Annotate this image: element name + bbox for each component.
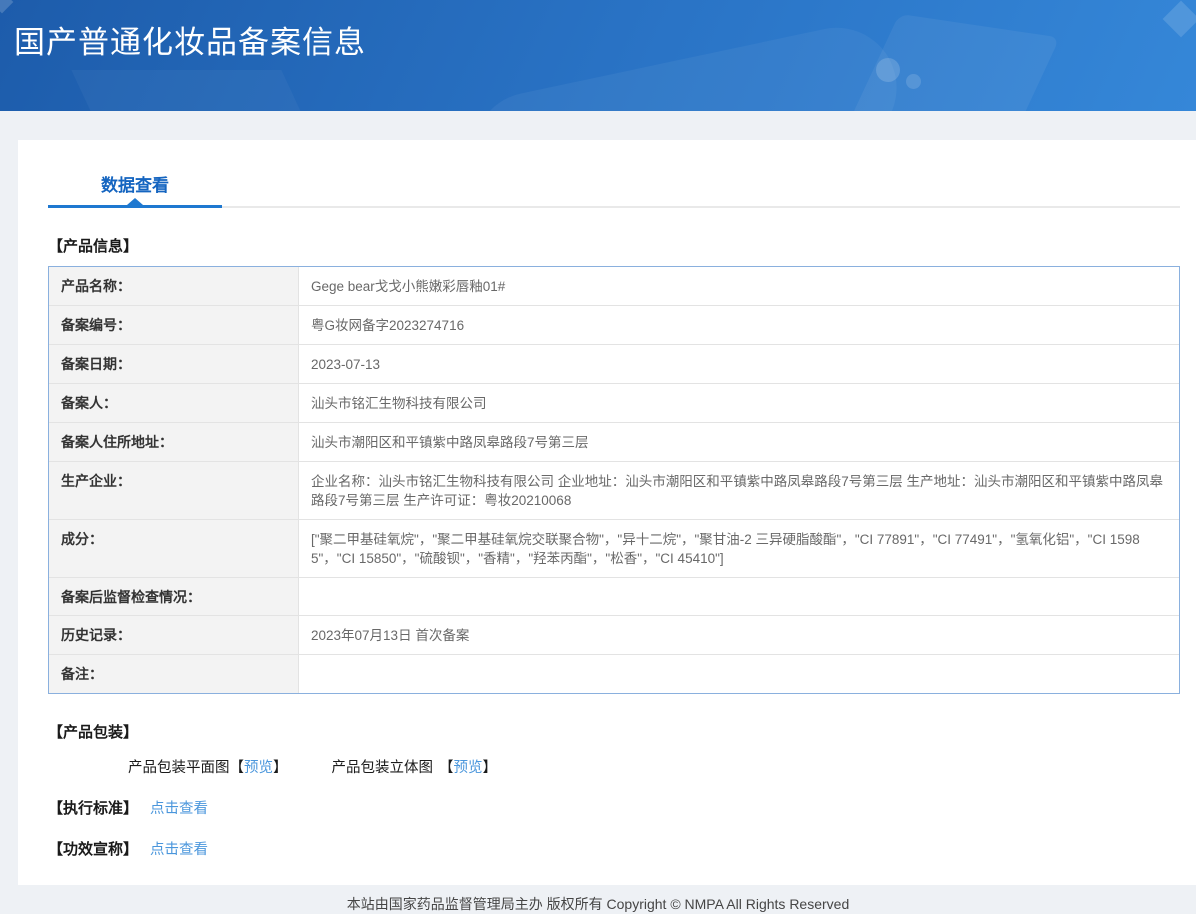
table-row: 生产企业： 企业名称：汕头市铭汇生物科技有限公司 企业地址：汕头市潮阳区和平镇紫…: [49, 462, 1179, 520]
packaging-links-row: 产品包装平面图【预览】 产品包装立体图 【预览】: [128, 756, 1180, 777]
banner-decoration-circle: [876, 58, 900, 82]
table-row: 备案人： 汕头市铭汇生物科技有限公司: [49, 384, 1179, 423]
efficacy-row: 【功效宣称】 点击查看: [48, 838, 1180, 859]
row-label: 备案日期：: [49, 345, 299, 383]
table-row: 备案人住所地址： 汕头市潮阳区和平镇紫中路凤皋路段7号第三层: [49, 423, 1179, 462]
row-label: 备案编号：: [49, 306, 299, 344]
row-label: 历史记录：: [49, 616, 299, 654]
section-title-standards: 【执行标准】: [48, 800, 139, 817]
page-header-banner: 国产普通化妆品备案信息: [0, 0, 1196, 111]
standards-row: 【执行标准】 点击查看: [48, 797, 1180, 818]
banner-decoration-diamond: [1162, 0, 1196, 38]
standards-view-link[interactable]: 点击查看: [150, 797, 208, 818]
table-row: 备注：: [49, 655, 1179, 693]
tab-data-view[interactable]: 数据查看: [48, 171, 222, 208]
bracket-open: 【: [229, 760, 245, 776]
tab-caret-icon: [127, 198, 143, 205]
banner-decoration-polygon: [830, 13, 1060, 111]
row-value: ["聚二甲基硅氧烷"，"聚二甲基硅氧烷交联聚合物"，"异十二烷"，"聚甘油-2 …: [311, 532, 1140, 566]
table-row: 备案后监督检查情况：: [49, 578, 1179, 616]
row-label: 产品名称：: [49, 267, 299, 305]
efficacy-view-link[interactable]: 点击查看: [150, 838, 208, 859]
table-row: 成分： ["聚二甲基硅氧烷"，"聚二甲基硅氧烷交联聚合物"，"异十二烷"，"聚甘…: [49, 520, 1179, 578]
packaging-flat-label: 产品包装平面图: [128, 760, 230, 776]
bracket-open: 【: [439, 760, 454, 776]
section-title-efficacy: 【功效宣称】: [48, 841, 139, 858]
table-row: 历史记录： 2023年07月13日 首次备案: [49, 616, 1179, 655]
row-label: 生产企业：: [49, 462, 299, 519]
section-title-packaging: 【产品包装】: [48, 724, 139, 741]
tab-data-view-label: 数据查看: [101, 176, 169, 195]
bracket-close: 】: [482, 760, 498, 776]
row-value: Gege bear戈戈小熊嫩彩唇釉01#: [311, 279, 506, 294]
banner-decoration-trapezoid: [71, 70, 319, 111]
row-value: 2023-07-13: [311, 357, 381, 372]
banner-decoration-circle: [906, 74, 921, 89]
row-value: 企业名称：汕头市铭汇生物科技有限公司 企业地址：汕头市潮阳区和平镇紫中路凤皋路段…: [311, 474, 1164, 508]
row-label: 成分：: [49, 520, 299, 577]
row-value: [299, 655, 1179, 693]
row-label: 备案人：: [49, 384, 299, 422]
packaging-3d-item: 产品包装立体图 【预览】: [332, 756, 498, 777]
tab-bar-divider: [222, 206, 1180, 208]
row-label: 备案人住所地址：: [49, 423, 299, 461]
table-row: 备案日期： 2023-07-13: [49, 345, 1179, 384]
packaging-3d-preview-link[interactable]: 预览: [454, 760, 483, 776]
banner-decoration-pill: [462, 16, 908, 111]
content-card: 数据查看 【产品信息】 产品名称： Gege bear戈戈小熊嫩彩唇釉01# 备…: [18, 140, 1196, 885]
bracket-close: 】: [273, 760, 288, 776]
site-footer: 本站由国家药品监督管理局主办 版权所有 Copyright © NMPA All…: [346, 896, 850, 912]
table-row: 产品名称： Gege bear戈戈小熊嫩彩唇釉01#: [49, 267, 1179, 306]
row-value: 粤G妆网备字2023274716: [311, 318, 465, 333]
tab-bar: 数据查看: [48, 140, 1180, 208]
row-value: 2023年07月13日 首次备案: [311, 628, 470, 643]
packaging-flat-item: 产品包装平面图【预览】: [128, 756, 288, 777]
row-value: 汕头市铭汇生物科技有限公司: [311, 396, 487, 411]
row-label: 备案后监督检查情况：: [49, 578, 299, 615]
page-title: 国产普通化妆品备案信息: [14, 25, 366, 60]
banner-decoration-diamond: [0, 0, 14, 14]
packaging-3d-label: 产品包装立体图: [331, 760, 434, 776]
table-row: 备案编号： 粤G妆网备字2023274716: [49, 306, 1179, 345]
row-label: 备注：: [49, 655, 299, 693]
section-title-product-info: 【产品信息】: [48, 238, 139, 255]
product-info-table: 产品名称： Gege bear戈戈小熊嫩彩唇釉01# 备案编号： 粤G妆网备字2…: [48, 266, 1180, 694]
row-value: [299, 578, 1179, 615]
packaging-flat-preview-link[interactable]: 预览: [244, 760, 273, 776]
row-value: 汕头市潮阳区和平镇紫中路凤皋路段7号第三层: [311, 435, 589, 450]
tab-active-underline: [48, 198, 222, 208]
